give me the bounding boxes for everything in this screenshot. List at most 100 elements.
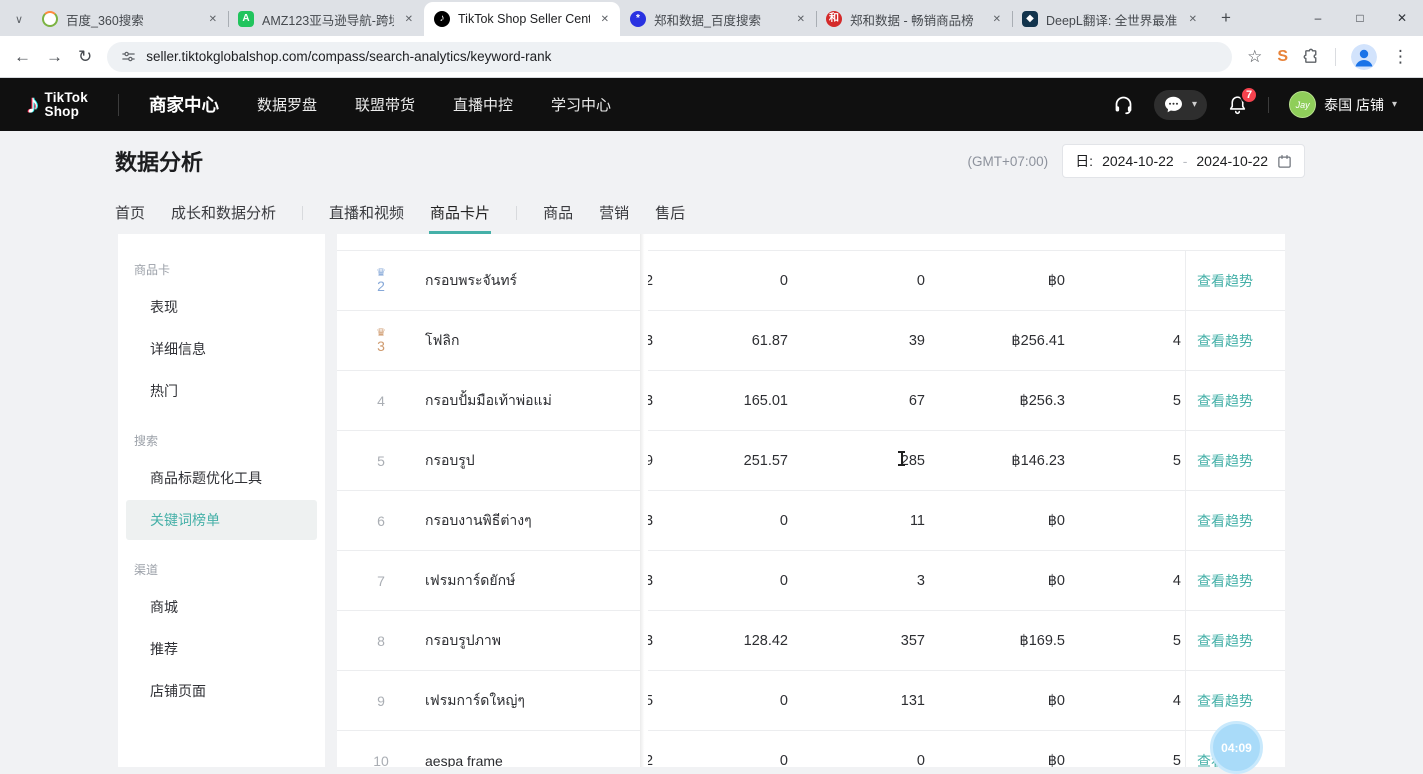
browser-tab[interactable]: ♪ TikTok Shop Seller Cente ✕ <box>424 2 620 36</box>
extension-s-icon[interactable]: S <box>1277 48 1288 66</box>
browser-tab[interactable]: * 郑和数据_百度搜索 ✕ <box>620 2 816 36</box>
date-separator: - <box>1183 153 1188 169</box>
sidebar-entry[interactable]: 表现 <box>118 287 325 327</box>
tab-close-icon[interactable]: ✕ <box>1186 13 1200 26</box>
tiktok-shop-logo[interactable]: ♪ TikTok Shop <box>26 89 88 120</box>
subtab[interactable]: 成长和数据分析 <box>171 202 276 223</box>
app-nav-item[interactable]: 直播中控 <box>453 94 513 115</box>
app-nav-item[interactable]: 联盟带货 <box>355 94 415 115</box>
browser-tab[interactable]: ◆ DeepL翻译: 全世界最准 ✕ <box>1012 2 1208 36</box>
browser-menu-icon[interactable]: ⋮ <box>1392 48 1409 65</box>
sidebar-entry[interactable]: 推荐 <box>118 629 325 669</box>
reload-button[interactable]: ↻ <box>78 48 92 65</box>
toolbar-divider <box>1335 48 1336 66</box>
subtab[interactable]: 售后 <box>655 202 685 223</box>
profile-avatar[interactable] <box>1351 44 1377 70</box>
table-row: ♛ 10 aespa frame 2 0 0 ฿0 5 查看趋势 <box>337 731 1285 767</box>
bookmark-star-icon[interactable]: ☆ <box>1247 48 1262 65</box>
tab-close-icon[interactable]: ✕ <box>794 13 808 26</box>
view-trend-link[interactable]: 查看趋势 <box>1197 391 1253 411</box>
rank-number: 8 <box>377 633 385 649</box>
view-trend-link[interactable]: 查看趋势 <box>1197 631 1253 651</box>
recording-timer-bubble[interactable]: 04:09 <box>1210 721 1263 774</box>
subtab[interactable]: 商品 <box>543 202 573 223</box>
trend-cell: 查看趋势 <box>1185 311 1285 370</box>
browser-tab[interactable]: 百度_360搜索 ✕ <box>32 2 228 36</box>
sidebar-entry[interactable]: 热门 <box>118 371 325 411</box>
tab-close-icon[interactable]: ✕ <box>990 13 1004 26</box>
site-settings-icon[interactable] <box>121 49 136 64</box>
view-trend-link[interactable]: 查看趋势 <box>1197 331 1253 351</box>
shop-switcher[interactable]: Jay 泰国 店铺 ▾ <box>1289 91 1397 118</box>
sidebar-entry[interactable]: 店铺页面 <box>118 671 325 711</box>
crown-icon: ♛ <box>376 268 386 278</box>
sidebar-entry[interactable]: 商城 <box>118 587 325 627</box>
tab-close-icon[interactable]: ✕ <box>402 13 416 26</box>
view-trend-link[interactable]: 查看趋势 <box>1197 271 1253 291</box>
date-start: 2024-10-22 <box>1102 153 1174 169</box>
gmv-cell: ฿0 <box>925 693 1065 709</box>
forward-button[interactable]: → <box>46 48 63 65</box>
date-range-picker[interactable]: 日: 2024-10-22 - 2024-10-22 <box>1062 144 1305 178</box>
browser-toolbar: ← → ↻ seller.tiktokglobalshop.com/compas… <box>0 36 1423 78</box>
app-nav-item[interactable]: 数据罗盘 <box>257 94 317 115</box>
view-trend-link[interactable]: 查看趋势 <box>1197 451 1253 471</box>
timezone-label: (GMT+07:00) <box>968 154 1049 169</box>
browser-tabs: 百度_360搜索 ✕ A AMZ123亚马逊导航-跨境 ✕ ♪ TikTok S… <box>32 2 1208 36</box>
view-trend-link[interactable]: 查看趋势 <box>1197 571 1253 591</box>
tab-title: DeepL翻译: 全世界最准 <box>1046 10 1178 29</box>
keyword-cell: กรอบปั้มมือเท้าพ่อแม่ <box>425 390 640 412</box>
keyword-cell: เฟรมการ์ดใหญ่ๆ <box>425 690 640 712</box>
date-end: 2024-10-22 <box>1196 153 1268 169</box>
subtab[interactable]: 直播和视频 <box>329 202 404 223</box>
window-close-button[interactable]: ✕ <box>1381 0 1423 36</box>
rank-number: 2 <box>377 278 385 294</box>
search-volume-cell: 0 <box>664 573 788 589</box>
clipped-right-value: 5 <box>1065 393 1185 409</box>
rank-cell: ♛ 5 <box>337 453 425 469</box>
tab-close-icon[interactable]: ✕ <box>598 13 612 26</box>
tab-title: 百度_360搜索 <box>66 10 198 29</box>
tiktok-note-icon: ♪ <box>26 89 40 120</box>
new-tab-button[interactable]: + <box>1212 4 1240 32</box>
headset-support-icon[interactable] <box>1113 94 1134 115</box>
gmv-cell: ฿0 <box>925 513 1065 529</box>
back-button[interactable]: ← <box>14 48 31 65</box>
clipped-right-value: 5 <box>1065 633 1185 649</box>
table-row: ♛ 3 โฟลิก 3 61.87 39 ฿256.41 4 查看趋势 <box>337 311 1285 371</box>
clipped-right-value: 5 <box>1065 453 1185 469</box>
chevron-down-icon: ▾ <box>1192 99 1197 110</box>
keyword-cell: กรอบงานพิธีต่างๆ <box>425 510 640 532</box>
clipped-right-value: 4 <box>1065 573 1185 589</box>
app-nav-item[interactable]: 学习中心 <box>551 94 611 115</box>
gmv-cell: ฿256.3 <box>925 393 1065 409</box>
subtab[interactable]: 首页 <box>115 202 145 223</box>
tab-search-chevron-icon[interactable]: ∨ <box>6 13 32 36</box>
messages-button[interactable]: ▾ <box>1154 90 1207 120</box>
rank-cell: ♛ 6 <box>337 513 425 529</box>
extensions-puzzle-icon[interactable] <box>1303 48 1320 65</box>
rank-number: 4 <box>377 393 385 409</box>
tab-favicon: ♪ <box>434 11 450 27</box>
sidebar-entry[interactable]: 详细信息 <box>118 329 325 369</box>
view-trend-link[interactable]: 查看趋势 <box>1197 511 1253 531</box>
shop-name: 泰国 店铺 <box>1324 95 1384 115</box>
app-nav-item[interactable]: 商家中心 <box>149 92 219 117</box>
tab-close-icon[interactable]: ✕ <box>206 13 220 26</box>
sidebar-entry[interactable]: 关键词榜单 <box>126 500 317 540</box>
subtab[interactable]: 营销 <box>599 202 629 223</box>
browser-tab[interactable]: 和 郑和数据 - 畅销商品榜 ✕ <box>816 2 1012 36</box>
gmv-cell: ฿0 <box>925 573 1065 589</box>
subtab[interactable]: 商品卡片 <box>430 202 490 223</box>
window-minimize-button[interactable]: – <box>1297 0 1339 36</box>
browser-tab[interactable]: A AMZ123亚马逊导航-跨境 ✕ <box>228 2 424 36</box>
rank-cell: ♛ 9 <box>337 693 425 709</box>
notifications-button[interactable]: 7 <box>1227 94 1248 116</box>
window-maximize-button[interactable]: □ <box>1339 0 1381 36</box>
sidebar-entry[interactable]: 商品标题优化工具 <box>118 458 325 498</box>
subtab <box>516 206 517 220</box>
date-granularity-label: 日: <box>1075 151 1093 171</box>
view-trend-link[interactable]: 查看趋势 <box>1197 691 1253 711</box>
tab-favicon: * <box>630 11 646 27</box>
url-bar[interactable]: seller.tiktokglobalshop.com/compass/sear… <box>107 42 1232 72</box>
